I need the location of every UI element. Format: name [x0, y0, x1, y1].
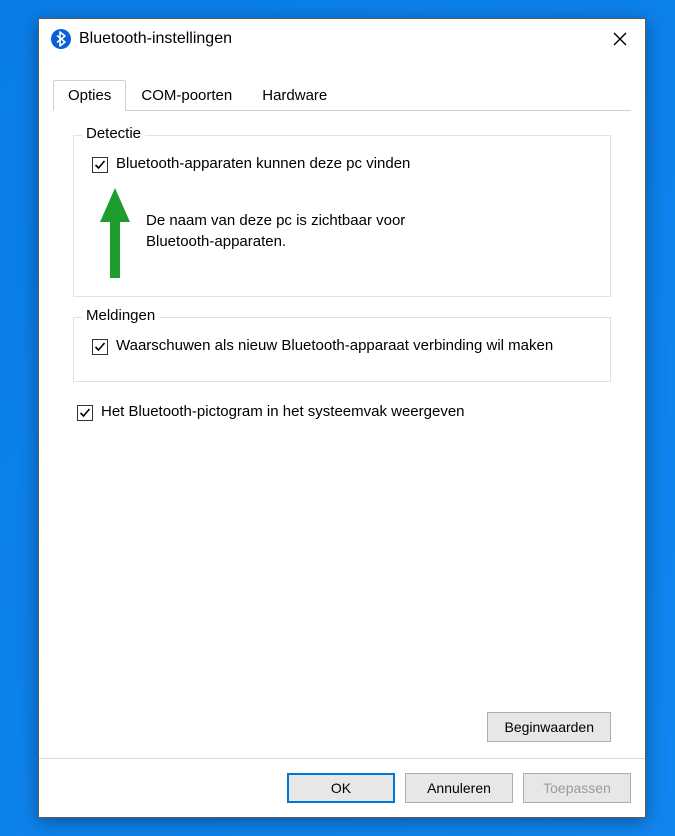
checkbox-discoverable[interactable]: [92, 157, 108, 173]
window-title: Bluetooth-instellingen: [79, 30, 597, 48]
tab-com-ports[interactable]: COM-poorten: [126, 80, 247, 111]
group-detection: Detectie Bluetooth-apparaten kunnen deze…: [73, 135, 611, 297]
defaults-row: Beginwaarden: [73, 712, 611, 748]
tabstrip: Opties COM-poorten Hardware: [53, 77, 631, 111]
detection-description-block: De naam van deze pc is zichtbaar voor Bl…: [92, 188, 592, 278]
check-icon: [94, 159, 106, 171]
bluetooth-settings-window: Bluetooth-instellingen Opties COM-poorte…: [38, 18, 646, 818]
group-detection-legend: Detectie: [82, 125, 145, 142]
check-icon: [79, 407, 91, 419]
tab-hardware[interactable]: Hardware: [247, 80, 342, 111]
dialog-footer: OK Annuleren Toepassen: [39, 758, 645, 817]
apply-button[interactable]: Toepassen: [523, 773, 631, 803]
checkbox-discoverable-label: Bluetooth-apparaten kunnen deze pc vinde…: [116, 154, 410, 174]
titlebar: Bluetooth-instellingen: [39, 19, 645, 59]
checkbox-tray-icon[interactable]: [77, 405, 93, 421]
annotation-arrow: [96, 188, 134, 278]
checkbox-notify-label: Waarschuwen als nieuw Bluetooth-apparaat…: [116, 336, 553, 356]
client-area: Opties COM-poorten Hardware Detectie Blu…: [39, 59, 645, 817]
checkrow-notify: Waarschuwen als nieuw Bluetooth-apparaat…: [92, 336, 592, 356]
check-icon: [94, 341, 106, 353]
checkbox-notify[interactable]: [92, 339, 108, 355]
tab-body-options: Detectie Bluetooth-apparaten kunnen deze…: [53, 111, 631, 758]
checkbox-tray-icon-label: Het Bluetooth-pictogram in het systeemva…: [101, 402, 465, 422]
group-notifications-legend: Meldingen: [82, 307, 159, 324]
ok-button[interactable]: OK: [287, 773, 395, 803]
group-notifications: Meldingen Waarschuwen als nieuw Bluetoot…: [73, 317, 611, 381]
cancel-button[interactable]: Annuleren: [405, 773, 513, 803]
detection-description: De naam van deze pc is zichtbaar voor Bl…: [146, 188, 446, 278]
checkrow-tray-icon: Het Bluetooth-pictogram in het systeemva…: [77, 402, 611, 422]
checkrow-discoverable: Bluetooth-apparaten kunnen deze pc vinde…: [92, 154, 592, 174]
tab-options[interactable]: Opties: [53, 80, 126, 111]
close-button[interactable]: [597, 20, 643, 58]
defaults-button[interactable]: Beginwaarden: [487, 712, 611, 742]
close-icon: [613, 32, 627, 46]
bluetooth-icon: [51, 29, 71, 49]
spacer: [73, 428, 611, 712]
arrow-up-icon: [98, 188, 132, 278]
